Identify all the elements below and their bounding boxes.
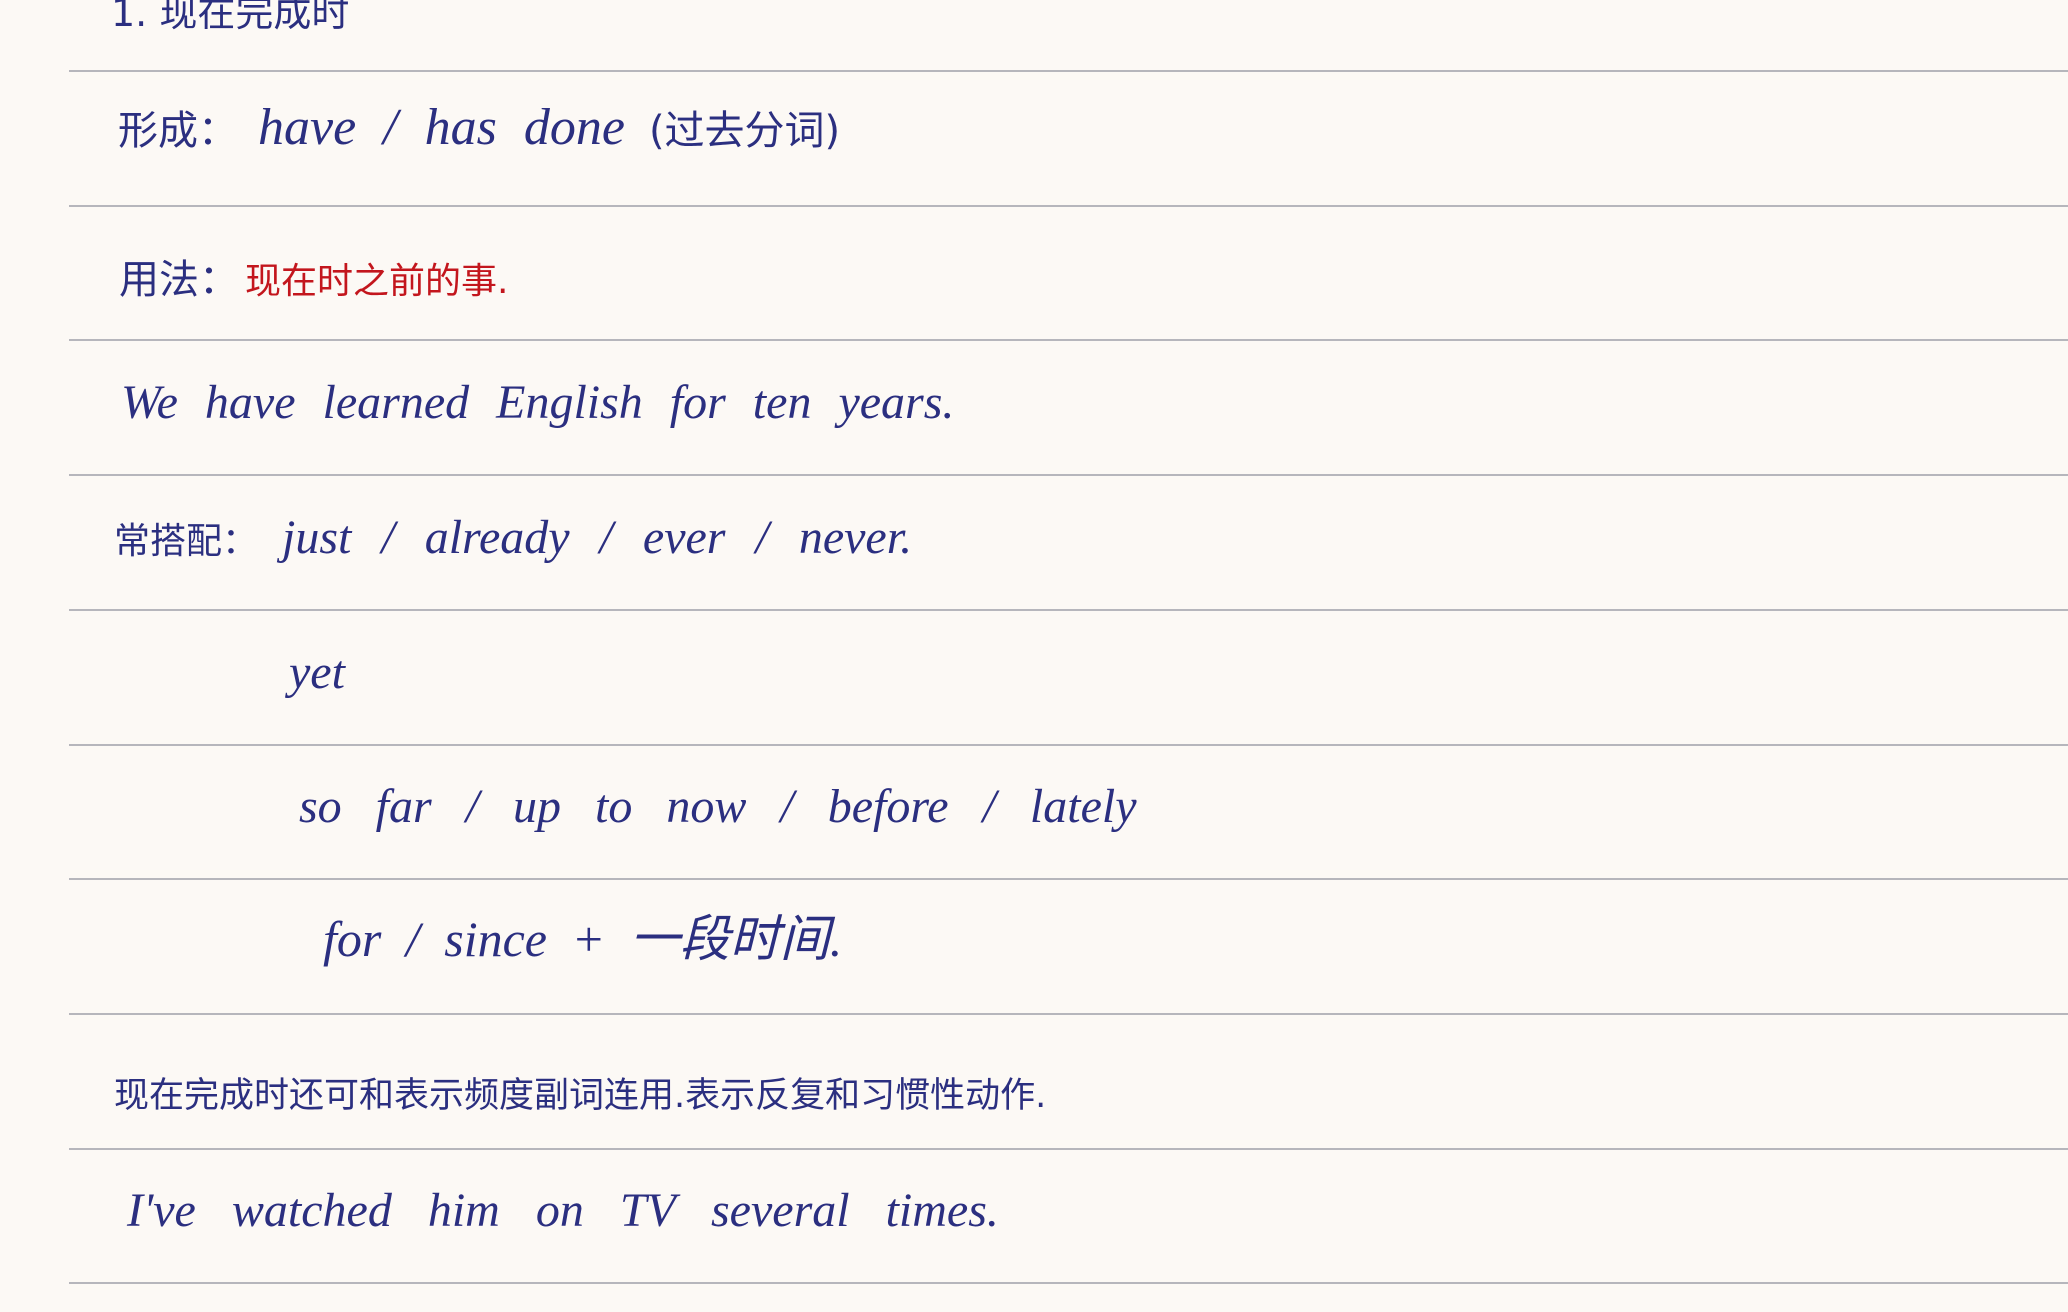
form-line: 形成： have / has done (过去分词) bbox=[66, 50, 840, 206]
usage-line: 用法： 现在时之前的事. bbox=[79, 220, 508, 340]
usage-text-highlighted: 现在时之前的事. bbox=[245, 261, 509, 302]
collocations-continuation-line: so far / up to now / before / lately bbox=[251, 735, 1137, 879]
form-text: have / has done bbox=[258, 99, 625, 156]
collocation-item: for / since + 一段时间. bbox=[323, 911, 843, 967]
collocations-continuation-line: for / since + 一段时间. bbox=[273, 864, 842, 1014]
example-sentence-2: I've watched him on TV several times. bbox=[127, 1184, 999, 1237]
usage-label: 用法： bbox=[119, 257, 239, 303]
collocations-line: 常搭配： just / already / ever / never. bbox=[66, 466, 912, 610]
form-note: (过去分词) bbox=[648, 108, 841, 154]
example-sentence-line: We have learned English for ten years. bbox=[73, 331, 954, 475]
frequency-note: 现在完成时还可和表示频度副词连用.表示反复和习惯性动作. bbox=[114, 1076, 1047, 1116]
frequency-note-line: 现在完成时还可和表示频度副词连用.表示反复和习惯性动作. bbox=[79, 1043, 1046, 1149]
section-heading: 1. 现在完成时 bbox=[111, 0, 350, 35]
collocation-item: so far / up to now / before / lately bbox=[299, 780, 1137, 833]
form-label: 形成： bbox=[118, 108, 238, 154]
collocations-continuation-line: yet bbox=[241, 601, 345, 745]
collocation-item: yet bbox=[289, 646, 345, 699]
collocation-item: just / already / ever / never. bbox=[282, 511, 913, 564]
example-sentence-line: I've watched him on TV several times. bbox=[79, 1139, 999, 1283]
note-page[interactable]: 1. 现在完成时 形成： have / has done (过去分词) 用法： 现在时… bbox=[0, 0, 2068, 1312]
example-sentence-1: We have learned English for ten years. bbox=[121, 376, 955, 429]
collocations-label: 常搭配： bbox=[114, 521, 259, 562]
